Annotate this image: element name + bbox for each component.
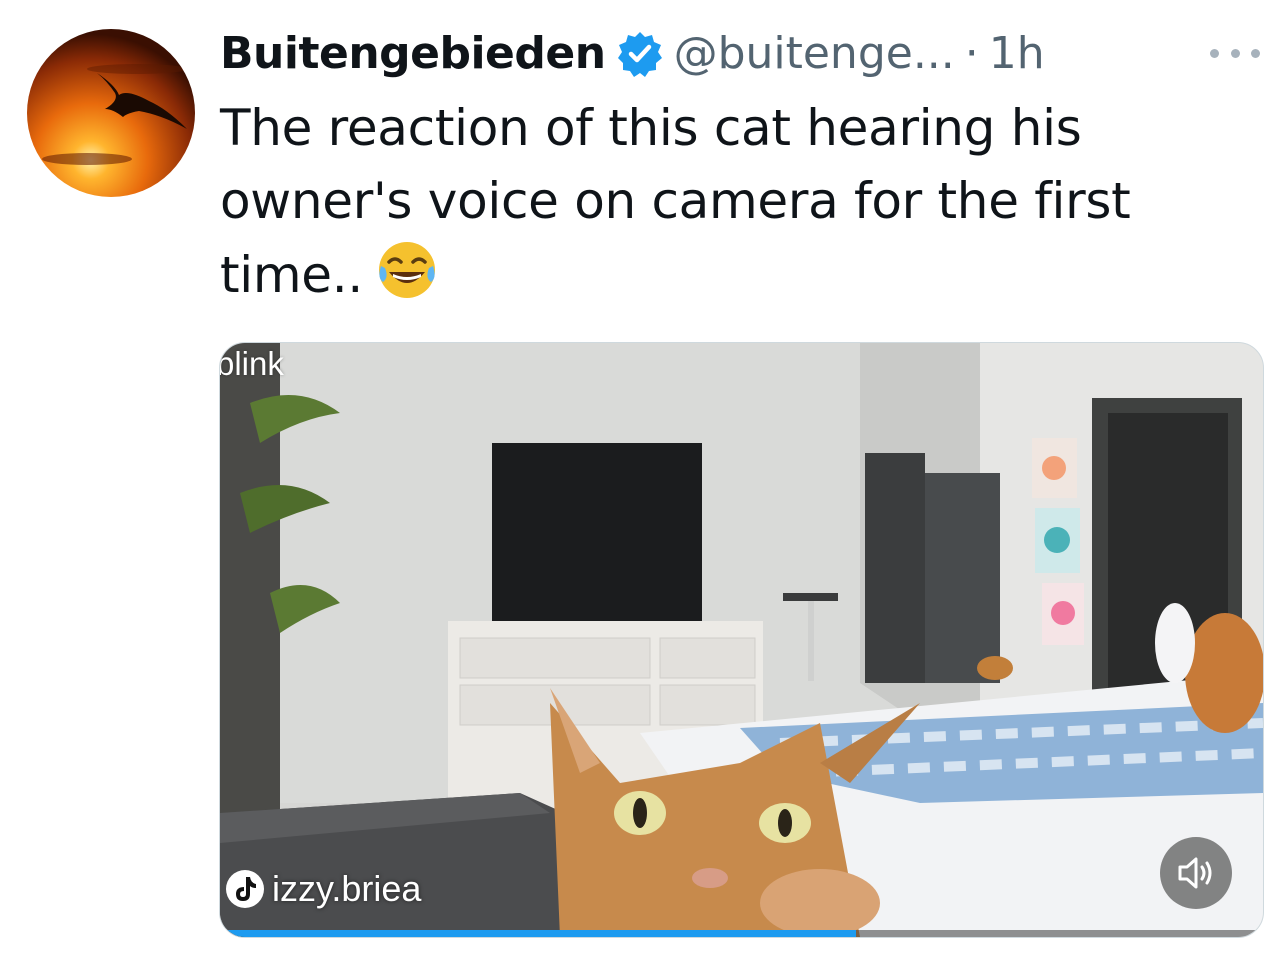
separator-dot: ·: [964, 28, 979, 79]
user-handle[interactable]: @buitenge...: [674, 26, 955, 82]
video-player[interactable]: blink izzy.briea: [219, 342, 1264, 938]
avatar-sunset-image: [27, 29, 195, 197]
tiktok-logo-icon: [226, 870, 264, 908]
mute-toggle-button[interactable]: [1160, 837, 1232, 909]
blink-watermark: blink: [219, 345, 284, 382]
face-with-tears-of-joy-icon: [375, 238, 439, 322]
avatar[interactable]: [27, 29, 195, 197]
tiktok-username: izzy.briea: [272, 868, 422, 909]
tweet-text: The reaction of this cat hearing his own…: [220, 99, 1131, 304]
verified-badge-icon: [616, 30, 664, 78]
display-name[interactable]: Buitengebieden: [220, 26, 606, 82]
tiktok-credit: izzy.briea: [226, 867, 421, 911]
more-options-icon[interactable]: [1210, 40, 1260, 66]
tweet-text-container: The reaction of this cat hearing his own…: [220, 92, 1200, 322]
video-progress-fill: [220, 930, 857, 937]
video-frame-bedroom-cat: [220, 343, 1263, 937]
timestamp[interactable]: 1h: [989, 26, 1045, 82]
tweet-header: Buitengebieden @buitenge... · 1h: [220, 26, 1045, 82]
speaker-muted-icon: [1178, 857, 1212, 889]
video-progress-bar[interactable]: [220, 930, 1263, 937]
